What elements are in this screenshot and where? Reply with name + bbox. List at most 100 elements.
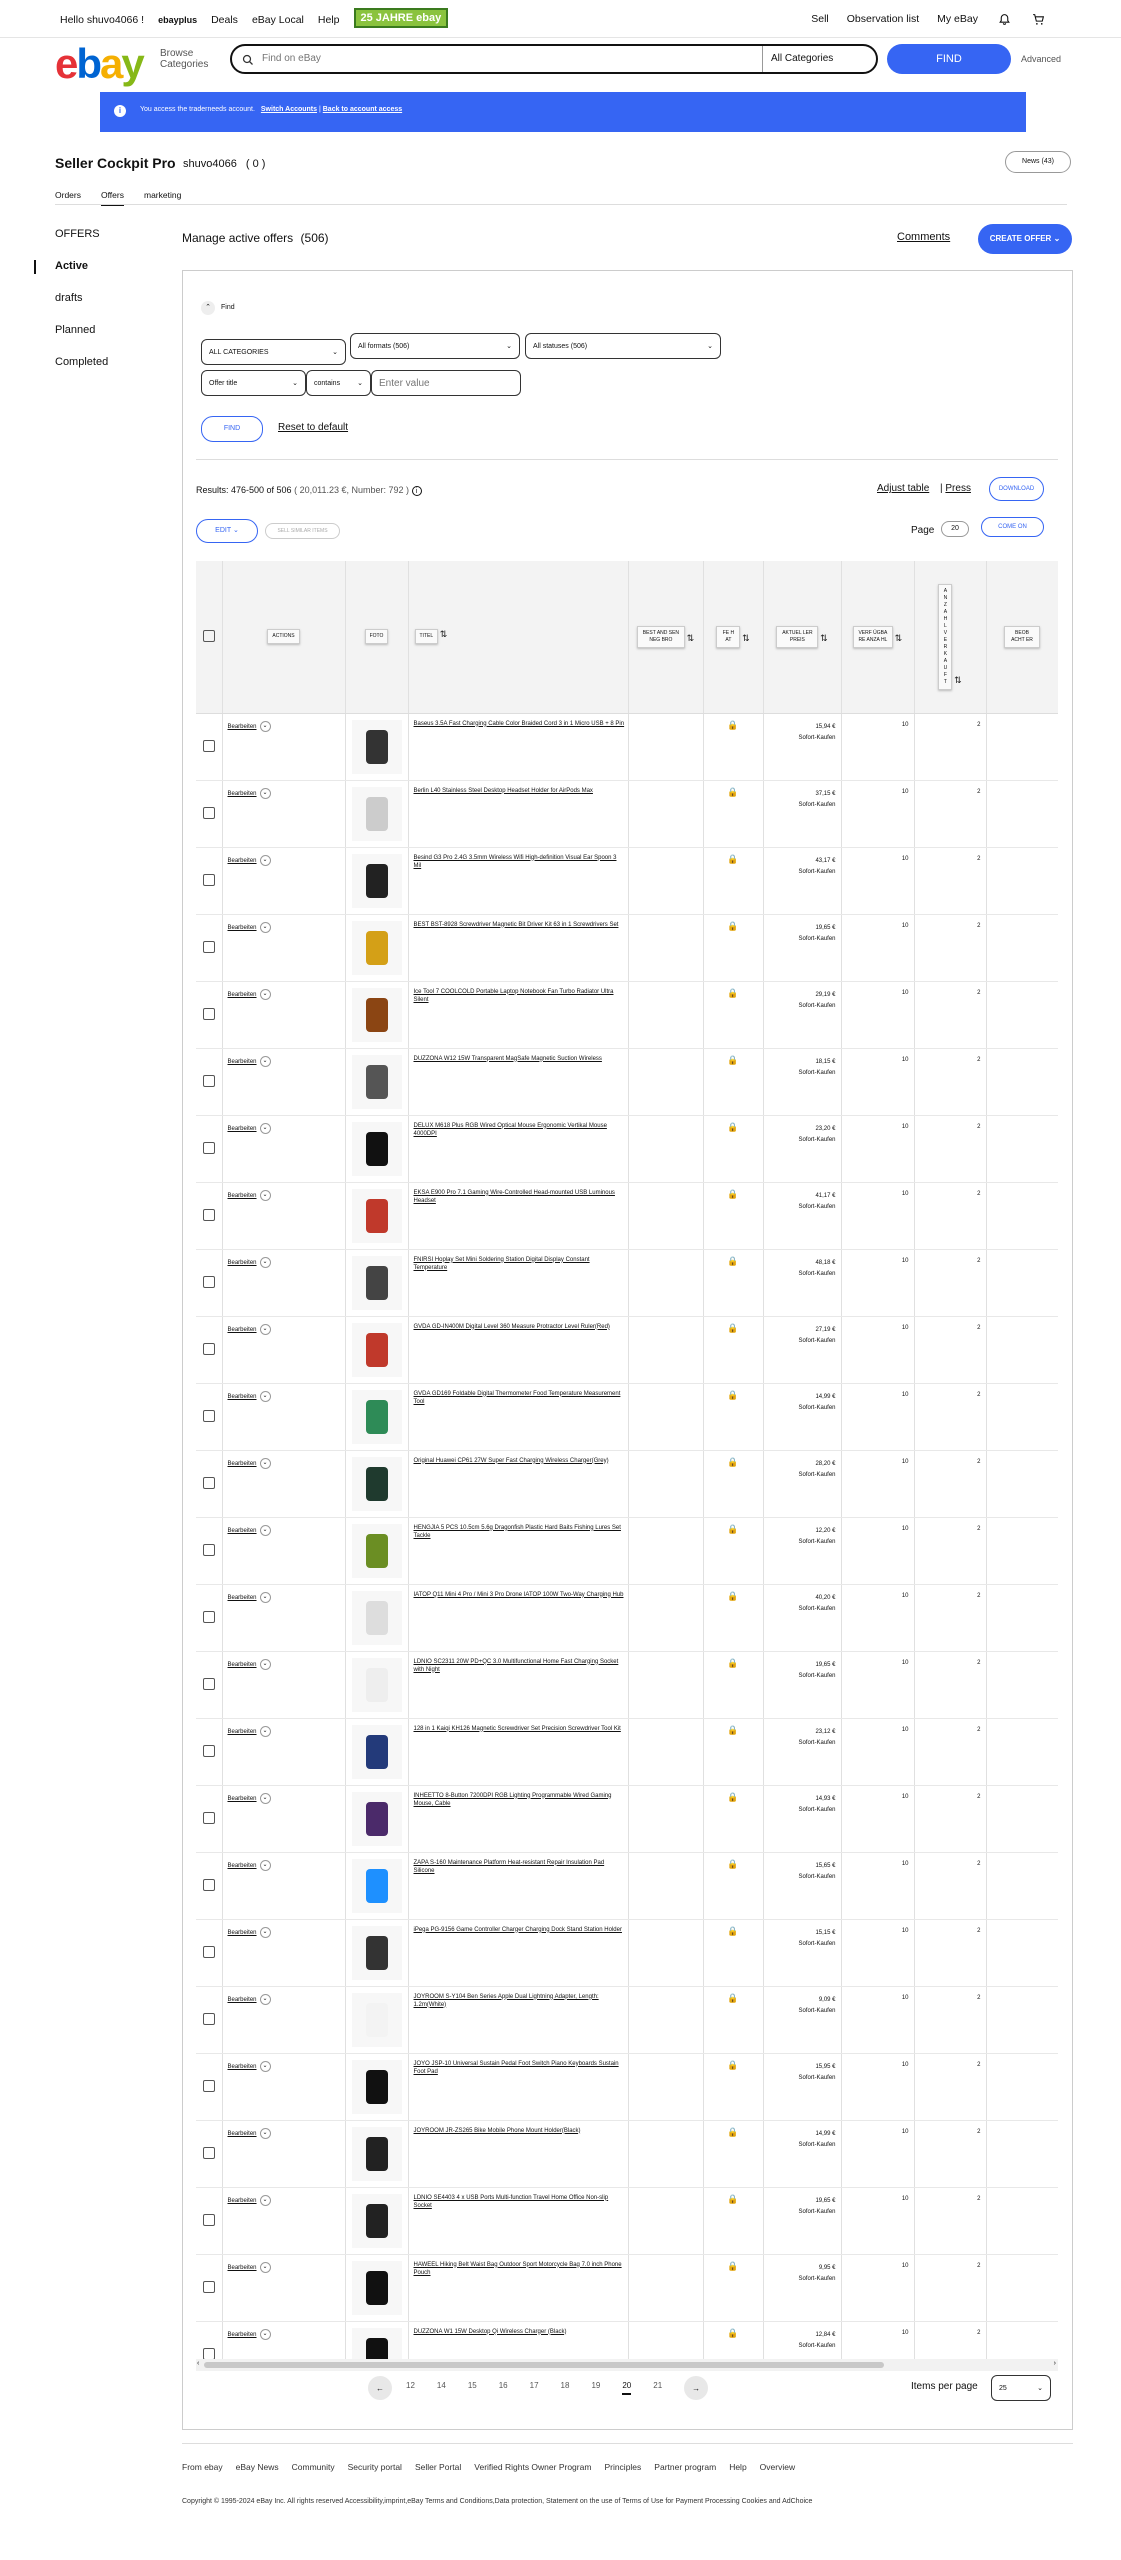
comments-link[interactable]: Comments — [897, 231, 950, 243]
row-checkbox[interactable] — [202, 1677, 215, 1690]
offer-title-link[interactable]: BEST BST-8928 Screwdriver Magnetic Bit D… — [409, 915, 628, 929]
status-filter[interactable]: All statuses (506) ⌄ — [525, 333, 721, 359]
product-photo[interactable] — [351, 1456, 402, 1511]
col-sold[interactable]: A N Z A H L V E R K A U F T — [938, 583, 953, 690]
chevron-down-icon[interactable]: ⌄ — [259, 1792, 271, 1804]
prev-page-icon[interactable]: ← — [368, 2376, 392, 2400]
edit-link[interactable]: Bearbeiten — [228, 1193, 257, 1199]
footer-link[interactable]: Partner program — [654, 2462, 716, 2472]
offer-title-link[interactable]: iPega PG-9156 Game Controller Charger Ch… — [409, 1920, 628, 1934]
chevron-down-icon[interactable]: ⌄ — [259, 854, 271, 866]
footer-link[interactable]: Help — [729, 2462, 746, 2472]
field-select[interactable]: Offer title ⌄ — [201, 370, 306, 396]
edit-link[interactable]: Bearbeiten — [228, 1327, 257, 1333]
product-photo[interactable] — [351, 1054, 402, 1109]
row-checkbox[interactable] — [202, 873, 215, 886]
col-title[interactable]: TITEL — [414, 629, 439, 645]
offer-title-link[interactable]: LDNIO SC2311 20W PD+QC 3.0 Multifunction… — [409, 1652, 628, 1674]
product-photo[interactable] — [351, 719, 402, 774]
row-checkbox[interactable] — [202, 2146, 215, 2159]
offer-title-link[interactable]: Besind G3 Pro 2.4G 3.5mm Wireless Wifi H… — [409, 848, 628, 870]
sell-similar-button[interactable]: SELL SIMILAR ITEMS — [265, 523, 340, 539]
page-number[interactable]: 17 — [530, 2381, 539, 2395]
chevron-down-icon[interactable]: ⌄ — [259, 2127, 271, 2139]
edit-link[interactable]: Bearbeiten — [228, 1394, 257, 1400]
format-filter[interactable]: All formats (506) ⌄ — [350, 333, 520, 359]
horizontal-scrollbar[interactable]: ‹ › — [196, 2359, 1058, 2371]
product-photo[interactable] — [351, 920, 402, 975]
chevron-down-icon[interactable]: ⌄ — [259, 1926, 271, 1938]
row-checkbox[interactable] — [202, 806, 215, 819]
offer-title-link[interactable]: Berlin L40 Stainless Steel Desktop Heads… — [409, 781, 628, 795]
find-toggle[interactable]: ⌃ Find — [201, 301, 235, 315]
row-checkbox[interactable] — [202, 1342, 215, 1355]
edit-link[interactable]: Bearbeiten — [228, 1260, 257, 1266]
product-photo[interactable] — [351, 2327, 402, 2359]
edit-link[interactable]: Bearbeiten — [228, 1126, 257, 1132]
offer-title-link[interactable]: INHEETTO 8-Button 7200DPI RGB Lighting P… — [409, 1786, 628, 1808]
row-checkbox[interactable] — [202, 1208, 215, 1221]
col-watchers[interactable]: BEOB ACHT ER — [1004, 625, 1040, 648]
page-number[interactable]: 19 — [591, 2381, 600, 2395]
offer-title-link[interactable]: LDNIO SE4403 4 x USB Ports Multi-functio… — [409, 2188, 628, 2210]
edit-link[interactable]: Bearbeiten — [228, 1461, 257, 1467]
row-checkbox[interactable] — [202, 1610, 215, 1623]
press-link[interactable]: | Press — [940, 483, 971, 494]
chevron-down-icon[interactable]: ⌄ — [259, 1457, 271, 1469]
next-page-icon[interactable]: → — [684, 2376, 709, 2400]
page-input[interactable]: 20 — [941, 521, 969, 537]
col-price[interactable]: AKTUEL LER PREIS — [776, 625, 819, 648]
edit-link[interactable]: Bearbeiten — [228, 858, 257, 864]
reset-link[interactable]: Reset to default — [278, 422, 348, 433]
local-link[interactable]: eBay Local — [252, 14, 304, 26]
row-checkbox[interactable] — [202, 1878, 215, 1891]
row-checkbox[interactable] — [202, 2213, 215, 2226]
footer-link[interactable]: Community — [292, 2462, 335, 2472]
page-number[interactable]: 15 — [468, 2381, 477, 2395]
ebay-logo[interactable]: ebay — [55, 40, 145, 88]
row-checkbox[interactable] — [202, 940, 215, 953]
row-checkbox[interactable] — [202, 1007, 215, 1020]
edit-link[interactable]: Bearbeiten — [228, 1059, 257, 1065]
offer-title-link[interactable]: EKSA E900 Pro 7.1 Gaming Wire-Controlled… — [409, 1183, 628, 1205]
product-photo[interactable] — [351, 853, 402, 908]
offer-title-link[interactable]: ZAPA S-160 Maintenance Platform Heat-res… — [409, 1853, 628, 1875]
col-best-offer[interactable]: BEST AND SEN NEG BRO — [636, 625, 685, 648]
product-photo[interactable] — [351, 987, 402, 1042]
chevron-down-icon[interactable]: ⌄ — [259, 1725, 271, 1737]
chevron-down-icon[interactable]: ⌄ — [259, 720, 271, 732]
offer-title-link[interactable]: JOYROOM JR-ZS265 Bike Mobile Phone Mount… — [409, 2121, 628, 2135]
chevron-down-icon[interactable]: ⌄ — [259, 1323, 271, 1335]
row-checkbox[interactable] — [202, 2012, 215, 2025]
cart-icon[interactable] — [1030, 11, 1046, 27]
product-photo[interactable] — [351, 2260, 402, 2315]
chevron-down-icon[interactable]: ⌄ — [259, 2060, 271, 2072]
offer-title-link[interactable]: GVDA GD-IN400M Digital Level 360 Measure… — [409, 1317, 628, 1331]
row-checkbox[interactable] — [202, 1811, 215, 1824]
browse-categories[interactable]: Browse Categories — [160, 48, 218, 70]
product-photo[interactable] — [351, 1389, 402, 1444]
chevron-down-icon[interactable]: ⌄ — [259, 1189, 271, 1201]
anniversary-badge[interactable]: 25 JAHRE ebay — [353, 8, 449, 28]
product-photo[interactable] — [351, 2126, 402, 2181]
select-all-checkbox[interactable] — [202, 629, 215, 642]
row-checkbox[interactable] — [202, 1141, 215, 1154]
row-checkbox[interactable] — [202, 1409, 215, 1422]
edit-link[interactable]: Bearbeiten — [228, 992, 257, 998]
ebay-plus-link[interactable]: ebayplus — [158, 15, 197, 25]
offer-title-link[interactable]: DUZZONA W1 15W Desktop Qi Wireless Charg… — [409, 2322, 628, 2336]
offer-title-link[interactable]: JOYROOM S-Y104 Ben Series Apple Dual Lig… — [409, 1987, 628, 2009]
find-button[interactable]: FIND — [887, 44, 1011, 74]
edit-link[interactable]: Bearbeiten — [228, 791, 257, 797]
offer-title-link[interactable]: IATOP Q11 Mini 4 Pro / Mini 3 Pro Drone … — [409, 1585, 628, 1599]
page-number[interactable]: 12 — [406, 2381, 415, 2395]
offer-title-link[interactable]: 128 in 1 Kaiqi KH126 Magnetic Screwdrive… — [409, 1719, 628, 1733]
adjust-table-link[interactable]: Adjust table — [877, 483, 929, 494]
filter-find-button[interactable]: FIND — [201, 416, 263, 442]
edit-link[interactable]: Bearbeiten — [228, 2064, 257, 2070]
page-number[interactable]: 21 — [653, 2381, 662, 2395]
deals-link[interactable]: Deals — [211, 14, 238, 26]
col-quantity[interactable]: FE H AT — [716, 625, 741, 648]
footer-link[interactable]: From ebay — [182, 2462, 223, 2472]
offer-title-link[interactable]: Baseus 3.5A Fast Charging Cable Color Br… — [409, 714, 628, 728]
